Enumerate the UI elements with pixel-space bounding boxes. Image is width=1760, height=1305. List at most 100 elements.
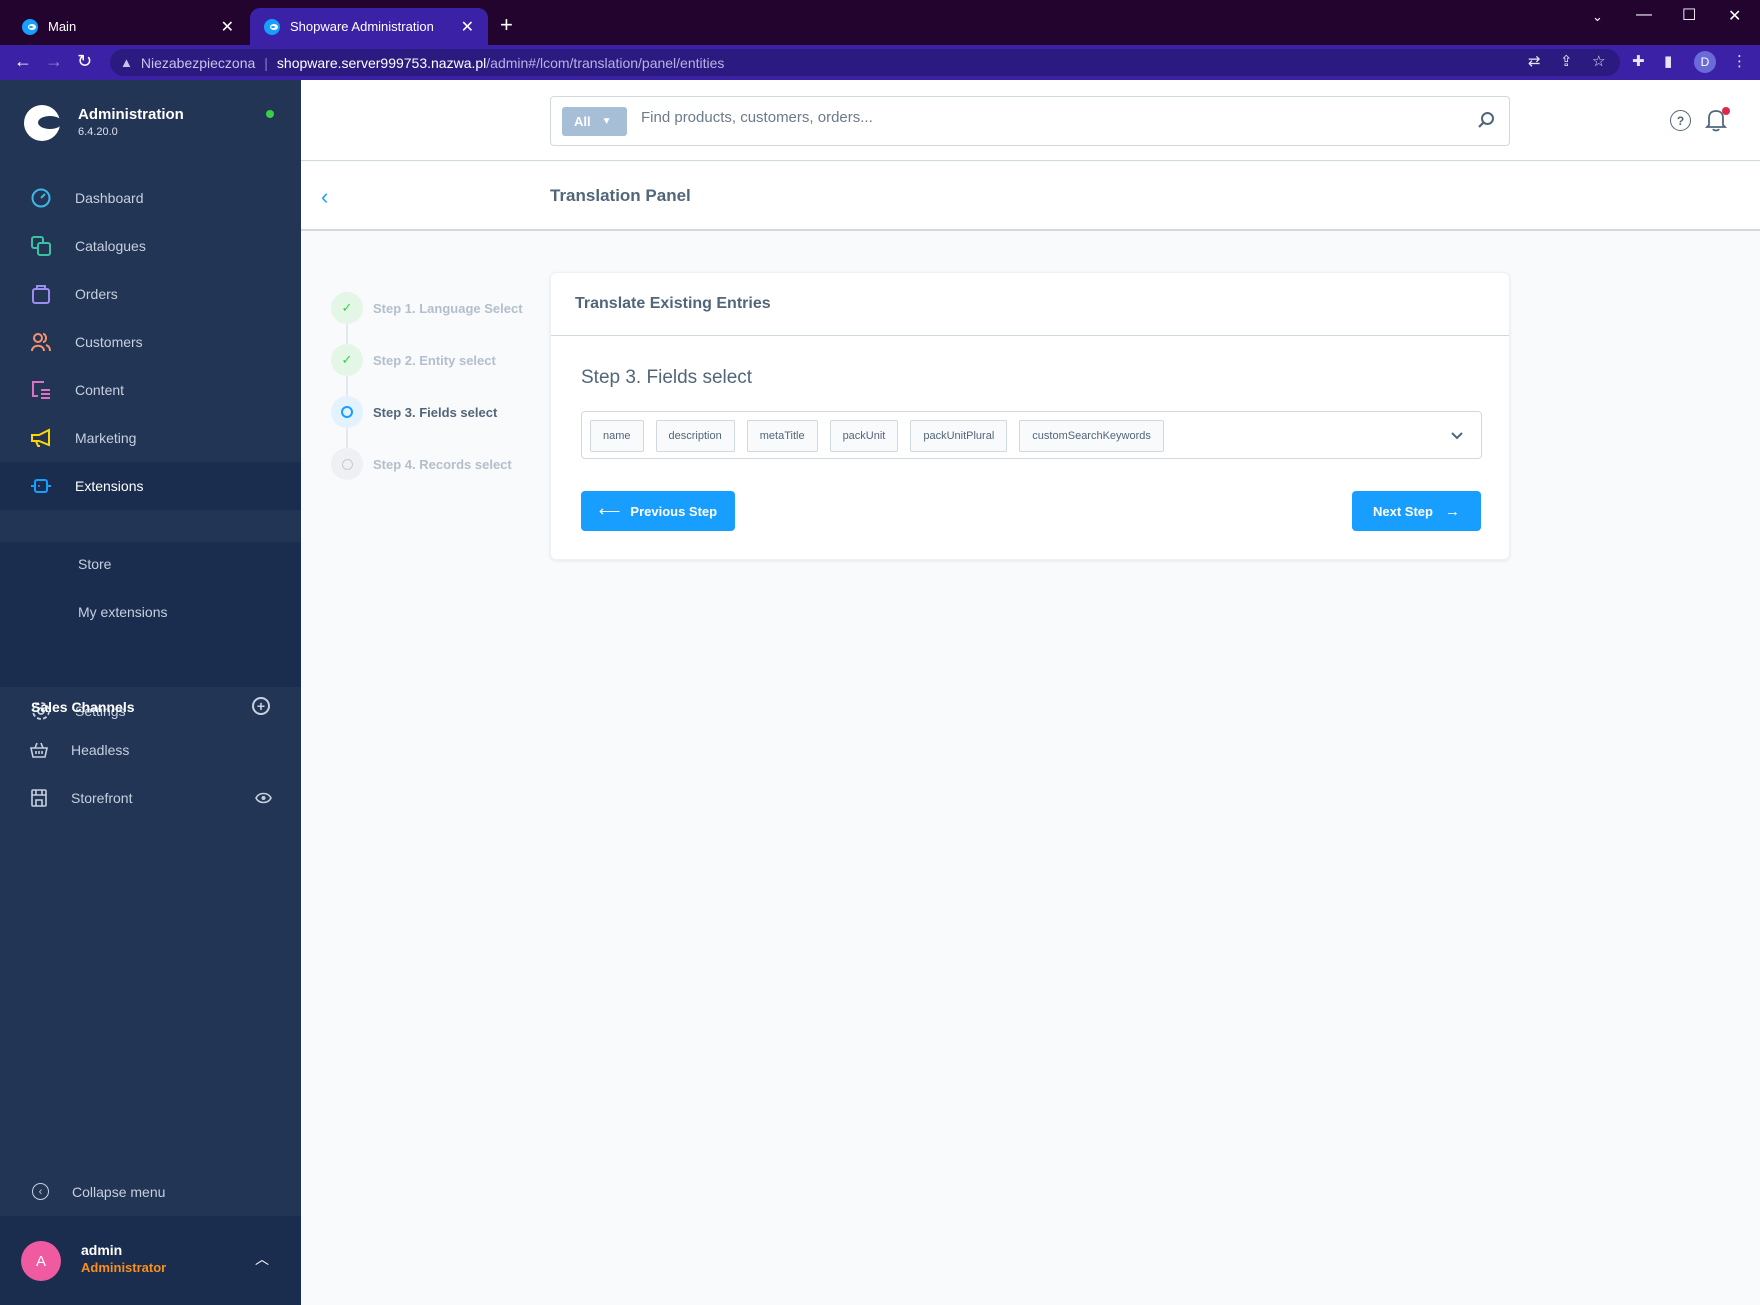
page-title: Translation Panel — [550, 186, 691, 205]
admin-header: All ▼ ? — [301, 80, 1760, 161]
chevron-up-icon[interactable]: ︿ — [255, 1249, 269, 1269]
arrow-left-icon: ⟵ — [598, 503, 621, 520]
sidebar-item-orders[interactable]: Orders — [0, 270, 301, 318]
sidebar-item-label: Orders — [75, 286, 118, 302]
sidebar-item-label: Content — [75, 382, 125, 398]
chevron-down-icon[interactable] — [1451, 427, 1463, 445]
sidebar-item-extensions[interactable]: Extensions — [0, 462, 301, 510]
step-item-records-select: Step 4. Records select — [331, 448, 512, 480]
orders-icon — [30, 283, 52, 305]
sidebar-item-label: Catalogues — [75, 238, 146, 254]
eye-icon[interactable] — [255, 791, 272, 809]
bookmark-star-icon[interactable]: ☆ — [1592, 52, 1605, 70]
customers-icon — [30, 331, 52, 353]
help-icon[interactable]: ? — [1670, 110, 1691, 131]
url-path: /admin#/lcom/translation/panel/entities — [486, 54, 725, 71]
next-step-button[interactable]: Next Step → — [1352, 491, 1481, 531]
checkmark-icon: ✓ — [331, 292, 363, 324]
sidebar-item-marketing[interactable]: Marketing — [0, 414, 301, 462]
pending-step-icon — [331, 448, 363, 480]
profile-avatar[interactable]: D — [1694, 51, 1716, 73]
content-icon — [30, 379, 52, 401]
new-tab-icon[interactable]: + — [500, 12, 513, 38]
marketing-icon — [30, 427, 52, 449]
chevron-left-circle-icon: ‹ — [32, 1183, 49, 1200]
admin-sidebar: Administration 6.4.20.0 Dashboard Catalo… — [0, 80, 301, 1305]
sidebar-item-dashboard[interactable]: Dashboard — [0, 174, 301, 222]
collapse-menu-label: Collapse menu — [72, 1184, 166, 1200]
sidebar-item-catalogues[interactable]: Catalogues — [0, 222, 301, 270]
collapse-menu-button[interactable]: ‹ Collapse menu — [0, 1170, 301, 1216]
field-chip[interactable]: customSearchKeywords — [1019, 420, 1164, 452]
close-tab-icon[interactable]: ✕ — [461, 17, 474, 37]
tab-search-chevron-icon[interactable]: ⌄ — [1592, 9, 1603, 25]
browser-menu-icon[interactable]: ⋮ — [1732, 52, 1747, 70]
extensions-puzzle-icon[interactable]: ✚ — [1632, 52, 1645, 70]
side-panel-icon[interactable]: ▮ — [1664, 52, 1672, 70]
shopware-favicon-icon — [264, 18, 280, 35]
field-chip[interactable]: packUnit — [829, 420, 899, 452]
smart-bar: ‹ Translation Panel — [301, 162, 1760, 231]
dashboard-icon — [30, 187, 52, 209]
card-title: Translate Existing Entries — [575, 295, 771, 312]
step-connector — [346, 324, 348, 344]
sidebar-item-label: Marketing — [75, 430, 137, 446]
close-tab-icon[interactable]: ✕ — [221, 17, 234, 37]
address-bar[interactable]: ▲ Niezabezpieczona | shopware.server9997… — [110, 49, 1620, 76]
reload-icon[interactable]: ↻ — [77, 51, 92, 72]
search-type-dropdown[interactable]: All ▼ — [562, 107, 627, 136]
step-connector — [346, 376, 348, 396]
sidebar-subitem-store[interactable]: Store — [78, 556, 111, 572]
shopware-logo-icon — [24, 105, 62, 141]
sales-channel-storefront[interactable]: Storefront — [0, 777, 301, 821]
catalogues-icon — [30, 235, 52, 257]
share-icon[interactable]: ⇪ — [1560, 52, 1573, 70]
field-chip[interactable]: description — [655, 420, 735, 452]
browser-tab-main[interactable]: Main ✕ — [8, 8, 248, 45]
user-name: admin — [81, 1242, 123, 1258]
fields-multiselect[interactable]: name description metaTitle packUnit packUnit… — [581, 411, 1482, 459]
sidebar-item-customers[interactable]: Customers — [0, 318, 301, 366]
search-type-label: All — [574, 114, 591, 129]
search-icon[interactable] — [1477, 111, 1495, 134]
sales-channel-headless[interactable]: Headless — [0, 729, 301, 773]
sidebar-subitem-my-extensions[interactable]: My extensions — [78, 604, 167, 620]
app-title: Administration — [78, 106, 184, 123]
step-item-language-select: ✓ Step 1. Language Select — [331, 292, 523, 324]
checkmark-icon: ✓ — [331, 344, 363, 376]
field-chip[interactable]: packUnitPlural — [910, 420, 1008, 452]
global-search: All ▼ — [550, 96, 1510, 146]
add-sales-channel-icon[interactable]: + — [252, 697, 270, 715]
chevron-down-icon: ▼ — [601, 116, 612, 127]
close-window-icon[interactable]: ✕ — [1728, 6, 1741, 26]
browser-toolbar: ← → ↻ ▲ Niezabezpieczona | shopware.serv… — [0, 45, 1760, 80]
tab-title: Main — [48, 19, 77, 34]
previous-step-button[interactable]: ⟵ Previous Step — [581, 491, 735, 531]
basket-icon — [30, 741, 48, 759]
back-chevron-icon[interactable]: ‹ — [321, 184, 328, 210]
user-profile-area[interactable]: A admin Administrator ︿ — [0, 1216, 301, 1305]
minimize-icon[interactable]: — — [1636, 6, 1652, 24]
extensions-submenu: Store My extensions — [0, 542, 301, 687]
warning-icon: ▲ — [120, 55, 133, 70]
maximize-icon[interactable]: ☐ — [1682, 5, 1696, 25]
search-input[interactable] — [641, 109, 1441, 126]
shopware-favicon-icon — [22, 18, 38, 35]
translate-icon[interactable]: ⇄ — [1528, 52, 1541, 70]
sidebar-item-content[interactable]: Content — [0, 366, 301, 414]
url-host: shopware.server999753.nazwa.pl — [276, 54, 487, 71]
forward-arrow-icon[interactable]: → — [45, 51, 63, 72]
field-chip[interactable]: name — [590, 420, 644, 452]
field-chip[interactable]: metaTitle — [746, 420, 818, 452]
divider: | — [264, 54, 268, 71]
arrow-right-icon: → — [1444, 502, 1460, 520]
sales-channel-label: Storefront — [71, 790, 133, 806]
notification-badge — [1722, 107, 1730, 115]
browser-tab-shopware-administration[interactable]: Shopware Administration ✕ — [250, 8, 488, 45]
security-label: Niezabezpieczona — [140, 54, 256, 71]
translate-card: Translate Existing Entries Step 3. Field… — [550, 272, 1510, 560]
sidebar-item-label: Customers — [75, 334, 143, 350]
back-arrow-icon[interactable]: ← — [14, 51, 32, 72]
user-role: Administrator — [81, 1260, 167, 1275]
sales-channel-label: Headless — [71, 742, 130, 758]
